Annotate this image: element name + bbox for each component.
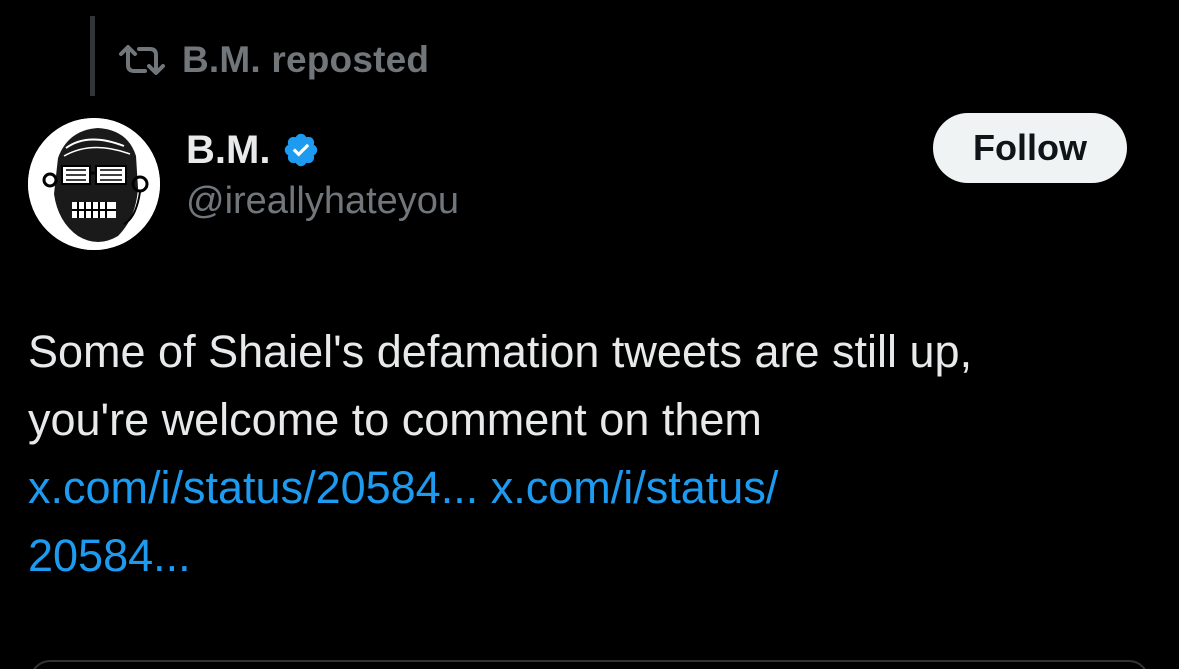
tweet-text-line: you're welcome to comment on them — [28, 394, 762, 445]
tweet-link-line: 20584... — [28, 522, 1148, 590]
status-link-2[interactable]: x.com/i/status/ — [491, 462, 779, 513]
status-link-1[interactable]: x.com/i/status/20584... — [28, 462, 478, 513]
author-name-row[interactable]: B.M. — [186, 126, 322, 174]
display-name[interactable]: B.M. — [186, 128, 270, 173]
avatar[interactable] — [28, 118, 160, 250]
avatar-image — [28, 118, 160, 250]
tweet-text: Some of Shaiel's defamation tweets are s… — [28, 318, 1148, 590]
repost-header[interactable]: B.M. reposted — [118, 38, 429, 82]
tweet-view: B.M. reposted B.M. @ireallyhateyou Follo… — [0, 0, 1179, 669]
tweet-link-line: x.com/i/status/20584... x.com/i/status/ — [28, 454, 1148, 522]
author-handle[interactable]: @ireallyhateyou — [186, 180, 459, 223]
verified-badge-icon[interactable] — [282, 130, 322, 170]
thread-line — [90, 16, 95, 96]
repost-icon — [118, 41, 168, 79]
tweet-text-line: Some of Shaiel's defamation tweets are s… — [28, 326, 973, 377]
repost-label: B.M. reposted — [182, 39, 430, 80]
quoted-card-edge[interactable] — [30, 660, 1149, 669]
follow-button[interactable]: Follow — [933, 113, 1127, 183]
status-link-2-continued[interactable]: 20584... — [28, 530, 191, 581]
